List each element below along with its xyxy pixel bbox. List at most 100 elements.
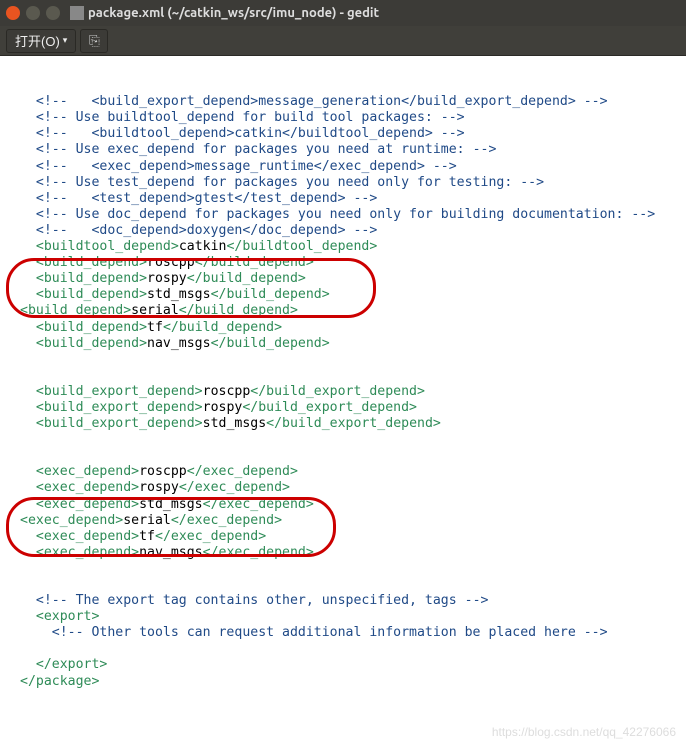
code-token: </exec_depend> — [155, 529, 266, 544]
code-token: <build_export_depend> — [36, 400, 203, 415]
code-token: </build_depend> — [195, 255, 314, 270]
code-line: <build_depend>std_msgs</build_depend> — [20, 287, 676, 303]
code-line: <build_depend>tf</build_depend> — [20, 320, 676, 336]
code-token: <!-- <doc_depend>doxygen</doc_depend> --… — [36, 223, 377, 238]
code-token: <!-- The export tag contains other, unsp… — [36, 593, 489, 608]
open-button-label: 打开(O) — [15, 31, 60, 50]
code-line: <exec_depend>nav_msgs</exec_depend> — [20, 545, 676, 561]
code-token: serial — [123, 513, 171, 528]
code-token: <build_depend> — [36, 287, 147, 302]
code-line: <!-- <test_depend>gtest</test_depend> --… — [20, 191, 676, 207]
code-line: <!-- Use doc_depend for packages you nee… — [20, 207, 676, 223]
watermark: https://blog.csdn.net/qq_42276066 — [492, 724, 676, 740]
code-line: <build_export_depend>std_msgs</build_exp… — [20, 416, 676, 432]
window-title: package.xml (~/catkin_ws/src/imu_node) -… — [70, 6, 379, 20]
code-token: <build_depend> — [36, 336, 147, 351]
new-tab-icon: ⎘ — [89, 33, 100, 49]
code-token: tf — [147, 320, 163, 335]
code-token: std_msgs — [203, 416, 267, 431]
code-token: rospy — [139, 480, 179, 495]
maximize-icon[interactable] — [46, 6, 60, 20]
code-token: serial — [131, 303, 179, 318]
code-line: <buildtool_depend>catkin</buildtool_depe… — [20, 239, 676, 255]
code-token: <exec_depend> — [36, 464, 139, 479]
editor-area[interactable]: <!-- <build_export_depend>message_genera… — [0, 56, 686, 744]
code-line: <build_depend>roscpp</build_depend> — [20, 255, 676, 271]
code-token: std_msgs — [139, 497, 203, 512]
code-line — [20, 432, 676, 448]
code-token: std_msgs — [147, 287, 211, 302]
code-token: </build_depend> — [211, 336, 330, 351]
code-token: <buildtool_depend> — [36, 239, 179, 254]
code-line — [20, 368, 676, 384]
code-token: <!-- Use buildtool_depend for build tool… — [36, 110, 465, 125]
code-token: <build_depend> — [36, 320, 147, 335]
window-title-text: package.xml (~/catkin_ws/src/imu_node) -… — [88, 6, 379, 20]
code-line: <!-- Other tools can request additional … — [20, 625, 676, 641]
code-line — [20, 577, 676, 593]
code-token: </export> — [36, 657, 107, 672]
code-token: </exec_depend> — [203, 545, 314, 560]
code-token: </build_depend> — [187, 271, 306, 286]
code-line: </package> — [20, 674, 676, 690]
code-token: nav_msgs — [139, 545, 203, 560]
code-line: <build_depend>serial</build_depend> — [20, 303, 676, 319]
code-line: <!-- <buildtool_depend>catkin</buildtool… — [20, 126, 676, 142]
code-token: nav_msgs — [147, 336, 211, 351]
code-token: </build_depend> — [211, 287, 330, 302]
window-controls — [6, 6, 60, 20]
code-line: <build_export_depend>roscpp</build_expor… — [20, 384, 676, 400]
code-line: <exec_depend>tf</exec_depend> — [20, 529, 676, 545]
open-button[interactable]: 打开(O) ▾ — [6, 29, 76, 53]
code-token: <!-- <build_export_depend>message_genera… — [36, 94, 608, 109]
close-icon[interactable] — [6, 6, 20, 20]
code-line: <!-- Use exec_depend for packages you ne… — [20, 142, 676, 158]
titlebar: package.xml (~/catkin_ws/src/imu_node) -… — [0, 0, 686, 26]
code-token: rospy — [203, 400, 243, 415]
code-line: <!-- Use buildtool_depend for build tool… — [20, 110, 676, 126]
code-line: <export> — [20, 609, 676, 625]
code-token: <!-- Use test_depend for packages you ne… — [36, 175, 544, 190]
code-line: <!-- <build_export_depend>message_genera… — [20, 94, 676, 110]
code-token: <exec_depend> — [36, 480, 139, 495]
code-token: </build_export_depend> — [266, 416, 441, 431]
code-token: <build_depend> — [20, 303, 131, 318]
code-token: </build_export_depend> — [242, 400, 417, 415]
code-token: roscpp — [139, 464, 187, 479]
code-token: <export> — [36, 609, 100, 624]
code-line: <exec_depend>rospy</exec_depend> — [20, 480, 676, 496]
code-token: </buildtool_depend> — [226, 239, 377, 254]
code-token: </build_export_depend> — [250, 384, 425, 399]
code-line: <!-- <doc_depend>doxygen</doc_depend> --… — [20, 223, 676, 239]
code-token: </build_depend> — [179, 303, 298, 318]
code-token: </package> — [20, 674, 99, 689]
code-token: tf — [139, 529, 155, 544]
code-token: </exec_depend> — [171, 513, 282, 528]
code-token: <!-- <test_depend>gtest</test_depend> --… — [36, 191, 377, 206]
minimize-icon[interactable] — [26, 6, 40, 20]
code-token: <!-- Use doc_depend for packages you nee… — [36, 207, 655, 222]
code-token: <!-- <buildtool_depend>catkin</buildtool… — [36, 126, 465, 141]
code-token: </exec_depend> — [203, 497, 314, 512]
code-line — [20, 352, 676, 368]
code-token: roscpp — [147, 255, 195, 270]
code-token: <exec_depend> — [20, 513, 123, 528]
code-line: <!-- The export tag contains other, unsp… — [20, 593, 676, 609]
gedit-icon — [70, 6, 84, 20]
code-line: </export> — [20, 657, 676, 673]
code-token: <!-- <exec_depend>message_runtime</exec_… — [36, 159, 457, 174]
code-token: </exec_depend> — [179, 480, 290, 495]
code-token: <build_export_depend> — [36, 416, 203, 431]
code-token: </exec_depend> — [187, 464, 298, 479]
code-line: <build_depend>nav_msgs</build_depend> — [20, 336, 676, 352]
code-token: <exec_depend> — [36, 529, 139, 544]
new-tab-button[interactable]: ⎘ — [80, 29, 108, 53]
code-token: </build_depend> — [163, 320, 282, 335]
code-token: rospy — [147, 271, 187, 286]
code-line: <!-- Use test_depend for packages you ne… — [20, 175, 676, 191]
code-token: <build_depend> — [36, 255, 147, 270]
code-token: <exec_depend> — [36, 497, 139, 512]
code-token: <exec_depend> — [36, 545, 139, 560]
code-token: roscpp — [203, 384, 251, 399]
code-token: <!-- Other tools can request additional … — [52, 625, 608, 640]
